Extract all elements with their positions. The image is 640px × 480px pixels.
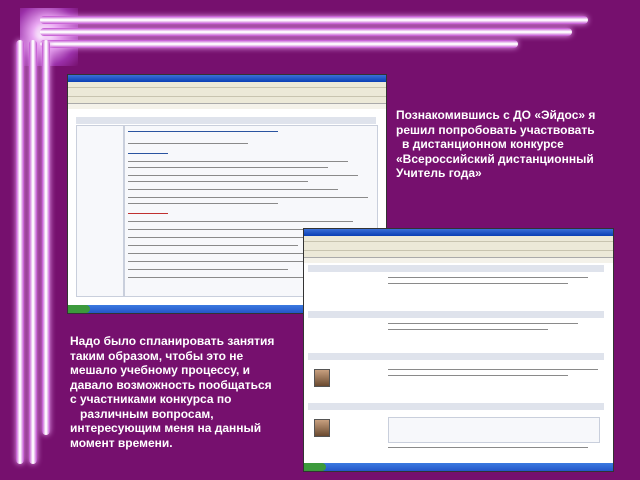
caption-line: интересующим меня на данный (70, 421, 262, 435)
text-line (128, 269, 288, 271)
text-line (128, 153, 168, 155)
text-line (128, 143, 248, 145)
caption-line: решил попробовать участвовать (396, 122, 595, 137)
text-line (388, 329, 548, 331)
thread-post-header (308, 353, 604, 360)
decor-bar-top-2 (40, 28, 572, 36)
text-line (388, 369, 598, 371)
caption-line: с участниками конкурса по (70, 392, 232, 406)
avatar (314, 419, 330, 437)
text-line (388, 375, 568, 377)
text-line (128, 245, 298, 247)
start-button (304, 463, 326, 471)
caption-line: давало возможность пообщаться (70, 377, 272, 392)
caption-line: различным вопросам, (80, 406, 214, 421)
caption-left: Надо было спланировать занятия таким обр… (70, 334, 274, 450)
caption-line: в дистанционном конкурсе (402, 137, 564, 151)
text-line (128, 229, 318, 231)
caption-line: «Всероссийский дистанционный (396, 151, 594, 166)
forum-thread-page (304, 263, 613, 463)
window-titlebar (304, 229, 613, 236)
decor-bar-left-2 (29, 40, 37, 464)
caption-line: мешало учебному процессу, и (70, 363, 251, 377)
text-line (388, 323, 578, 325)
caption-line: Познакомившись с ДО «Эйдос» я (396, 108, 596, 122)
caption-right: Познакомившись с ДО «Эйдос» я решил попр… (396, 108, 595, 181)
text-line (128, 261, 328, 263)
text-line (128, 131, 278, 133)
caption-line: Учитель года» (396, 166, 482, 180)
start-button (68, 305, 90, 313)
text-line (128, 161, 348, 163)
text-line (128, 175, 358, 177)
caption-line: момент времени. (70, 435, 173, 450)
thread-post-header (308, 311, 604, 318)
text-line (388, 447, 588, 449)
text-line (128, 221, 353, 223)
text-line (388, 277, 588, 279)
quote-block (388, 417, 600, 443)
text-line (128, 203, 278, 205)
browser-toolbar (304, 242, 613, 251)
browser-screenshot-2 (303, 228, 614, 472)
window-titlebar (68, 75, 386, 82)
decor-bar-left-3 (42, 40, 50, 435)
decor-bar-top-3 (40, 40, 518, 48)
text-line (128, 167, 328, 169)
decor-bar-top-1 (40, 16, 588, 24)
author-cell (76, 125, 124, 297)
text-line (128, 197, 368, 199)
thread-post-header (308, 403, 604, 410)
caption-line: Надо было спланировать занятия (70, 334, 275, 348)
avatar (314, 369, 330, 387)
address-bar (304, 251, 613, 258)
decor-bar-left-1 (16, 40, 24, 464)
taskbar (304, 463, 613, 471)
caption-line: таким образом, чтобы это не (70, 348, 244, 363)
text-line (388, 283, 568, 285)
address-bar (68, 97, 386, 104)
text-line (128, 213, 168, 215)
thread-post-header (308, 265, 604, 272)
text-line (128, 181, 308, 183)
table-header (76, 117, 376, 124)
text-line (128, 189, 338, 191)
browser-toolbar (68, 88, 386, 97)
